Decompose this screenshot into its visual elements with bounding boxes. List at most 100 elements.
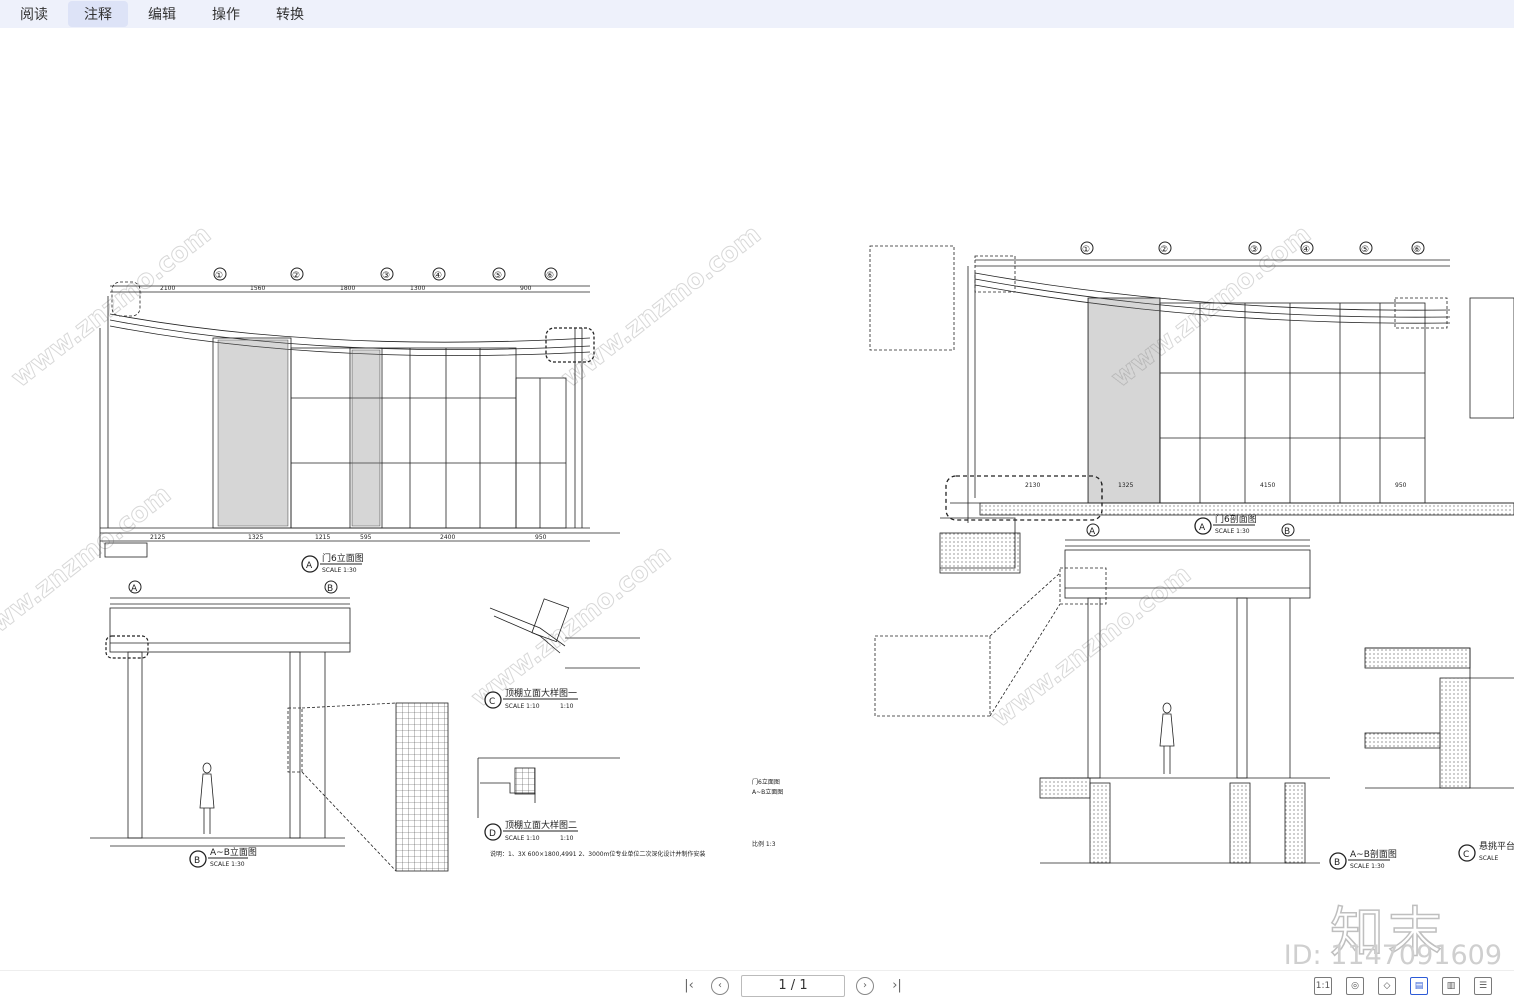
svg-text:SCALE 1:30: SCALE 1:30 [1215, 528, 1250, 535]
svg-text:①: ① [1082, 245, 1090, 255]
svg-text:SCALE 1:10: SCALE 1:10 [505, 703, 540, 710]
cad-drawing: www.znzmo.com www.znzmo.com www.znzmo.co… [0, 219, 1514, 872]
svg-text:门6剖面图: 门6剖面图 [1215, 513, 1257, 525]
bottom-toolbar: |‹ ‹ 1 / 1 › ›| 1:1 ◎ ◇ ▤ ▥ ☰ [0, 970, 1514, 1000]
svg-text:SCALE: SCALE [1479, 855, 1498, 862]
svg-text:⑥: ⑥ [546, 271, 554, 281]
svg-text:B: B [194, 856, 200, 866]
svg-text:1300: 1300 [410, 285, 425, 292]
svg-text:⑤: ⑤ [1361, 245, 1369, 255]
svg-text:2400: 2400 [440, 534, 455, 541]
menu-edit[interactable]: 编辑 [132, 1, 192, 27]
first-page-icon[interactable]: |‹ [680, 977, 698, 995]
dims-left-bottom: 2125 1325 1215 595 2400 950 [150, 534, 547, 541]
top-menu-bar: 阅读 注释 编辑 操作 转换 [0, 0, 1514, 28]
svg-text:2125: 2125 [150, 534, 165, 541]
svg-text:2100: 2100 [160, 285, 175, 292]
watermark-4: www.znzmo.com [466, 540, 677, 714]
watermark-2: www.znzmo.com [0, 480, 177, 654]
svg-text:顶棚立面大样图一: 顶棚立面大样图一 [505, 687, 577, 699]
svg-text:门6立面图: 门6立面图 [322, 552, 364, 564]
svg-text:2130: 2130 [1025, 482, 1040, 489]
middle-notes: 门6立面图 A~B立面图 比例 1:3 [752, 778, 783, 848]
section-a [869, 245, 1514, 574]
svg-text:④: ④ [1302, 245, 1310, 255]
svg-text:门6立面图: 门6立面图 [752, 778, 780, 786]
svg-text:950: 950 [535, 534, 547, 541]
svg-text:SCALE 1:30: SCALE 1:30 [210, 861, 245, 868]
svg-text:595: 595 [360, 534, 372, 541]
svg-text:C: C [489, 697, 495, 707]
svg-text:1325: 1325 [1118, 482, 1133, 489]
double-page-icon[interactable]: ▥ [1442, 977, 1460, 995]
svg-text:①: ① [215, 271, 223, 281]
fit-width-icon[interactable]: ◇ [1378, 977, 1396, 995]
fit-page-icon[interactable]: ◎ [1346, 977, 1364, 995]
svg-text:950: 950 [1395, 482, 1407, 489]
menu-convert[interactable]: 转换 [260, 1, 320, 27]
dims-right-bottom: 2130 1325 4150 950 [1025, 482, 1407, 489]
grid-bubbles-left: ① ② ③ ④ ⑤ ⑥ [213, 267, 558, 281]
watermark-1: www.znzmo.com [6, 220, 217, 394]
continuous-scroll-icon[interactable]: ☰ [1474, 977, 1492, 995]
svg-text:A: A [131, 584, 138, 594]
svg-text:4150: 4150 [1260, 482, 1275, 489]
title-section-c: C 悬挑平台 SCALE [1458, 840, 1514, 862]
svg-text:A: A [306, 561, 313, 571]
grid-bubbles-b-right: A B [1086, 523, 1295, 537]
single-page-icon[interactable]: ▤ [1410, 977, 1428, 995]
svg-text:⑥: ⑥ [1413, 245, 1421, 255]
svg-text:900: 900 [520, 285, 532, 292]
svg-text:②: ② [1160, 245, 1168, 255]
watermark-3: www.znzmo.com [556, 220, 767, 394]
svg-text:A: A [1089, 527, 1096, 537]
svg-text:C: C [1463, 850, 1469, 860]
brand-id: ID: 1147091609 [1283, 940, 1502, 971]
svg-text:SCALE 1:30: SCALE 1:30 [322, 567, 357, 574]
svg-text:顶棚立面大样图二: 顶棚立面大样图二 [505, 819, 577, 831]
svg-text:1560: 1560 [250, 285, 265, 292]
grid-bubbles-b-left: A B [128, 580, 338, 594]
title-section-a: A 门6剖面图 SCALE 1:30 [1194, 513, 1257, 535]
svg-text:B: B [1284, 527, 1290, 537]
title-elevation-a: A 门6立面图 SCALE 1:30 [301, 552, 364, 574]
menu-annotate[interactable]: 注释 [68, 1, 128, 27]
svg-text:比例 1:3: 比例 1:3 [752, 840, 776, 848]
svg-text:1325: 1325 [248, 534, 263, 541]
prev-page-icon[interactable]: ‹ [711, 977, 729, 995]
svg-text:A~B立面图: A~B立面图 [210, 846, 257, 858]
svg-text:A: A [1199, 523, 1206, 533]
drawing-note: 说明：1、3X 600×1800,4991 2、3000m位专业单位二次深化设计… [490, 850, 705, 858]
last-page-icon[interactable]: ›| [888, 977, 906, 995]
menu-operate[interactable]: 操作 [196, 1, 256, 27]
page-number-input[interactable]: 1 / 1 [741, 975, 845, 997]
actual-size-button[interactable]: 1:1 [1314, 977, 1332, 995]
detail-d [477, 757, 620, 818]
svg-text:③: ③ [1250, 245, 1258, 255]
detail-c-scale-value: 1:10 [560, 703, 574, 710]
grid-bubbles-right: ① ② ③ ④ ⑤ ⑥ [1080, 241, 1425, 255]
title-elevation-b: B A~B立面图 SCALE 1:30 [189, 846, 257, 868]
svg-text:④: ④ [434, 271, 442, 281]
next-page-icon[interactable]: › [856, 977, 874, 995]
svg-text:D: D [489, 829, 496, 839]
svg-text:A~B立面图: A~B立面图 [752, 788, 783, 796]
menu-read[interactable]: 阅读 [4, 1, 64, 27]
svg-text:③: ③ [382, 271, 390, 281]
section-b [874, 539, 1514, 864]
detail-d-scale-value: 1:10 [560, 835, 574, 842]
document-canvas[interactable]: www.znzmo.com www.znzmo.com www.znzmo.co… [0, 28, 1514, 970]
svg-text:1215: 1215 [315, 534, 330, 541]
svg-text:⑤: ⑤ [494, 271, 502, 281]
svg-text:悬挑平台: 悬挑平台 [1479, 840, 1514, 852]
svg-text:B: B [327, 584, 333, 594]
svg-text:SCALE 1:10: SCALE 1:10 [505, 835, 540, 842]
svg-text:A~B剖面图: A~B剖面图 [1350, 848, 1397, 860]
svg-text:②: ② [292, 271, 300, 281]
svg-text:SCALE 1:30: SCALE 1:30 [1350, 863, 1385, 870]
svg-text:B: B [1334, 858, 1340, 868]
elevation-b [90, 597, 449, 872]
title-detail-d: D 顶棚立面大样图二 SCALE 1:10 1:10 [484, 819, 578, 842]
title-section-b: B A~B剖面图 SCALE 1:30 [1329, 848, 1397, 870]
watermark-6: www.znzmo.com [986, 560, 1197, 734]
